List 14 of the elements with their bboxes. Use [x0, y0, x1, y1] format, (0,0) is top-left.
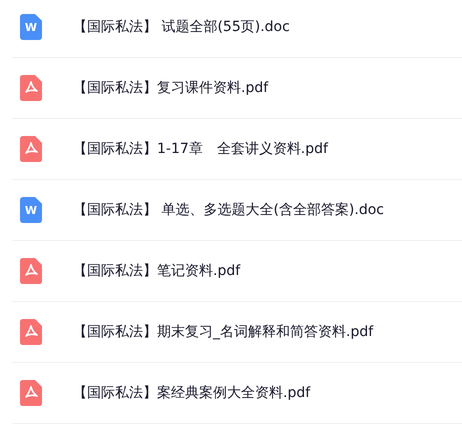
file-name[interactable]: 【国际私法】1-17章 全套讲义资料.pdf	[73, 138, 328, 160]
pdf-document-icon	[20, 136, 42, 162]
file-name[interactable]: 【国际私法】 单选、多选题大全(含全部答案).doc	[73, 200, 384, 220]
pdf-document-icon	[20, 258, 42, 284]
word-document-icon: W	[20, 14, 42, 40]
pdf-document-icon	[20, 75, 42, 101]
file-name[interactable]: 【国际私法】期末复习_名词解释和简答资料.pdf	[73, 322, 374, 342]
file-name[interactable]: 【国际私法】笔记资料.pdf	[73, 260, 240, 282]
file-name[interactable]: 【国际私法】案经典案例大全资料.pdf	[73, 382, 310, 404]
file-name[interactable]: 【国际私法】 试题全部(55页).doc	[73, 16, 290, 38]
pdf-document-icon	[20, 319, 42, 345]
word-document-icon: W	[20, 197, 42, 223]
file-name[interactable]: 【国际私法】复习课件资料.pdf	[73, 78, 268, 98]
pdf-document-icon	[20, 380, 42, 406]
